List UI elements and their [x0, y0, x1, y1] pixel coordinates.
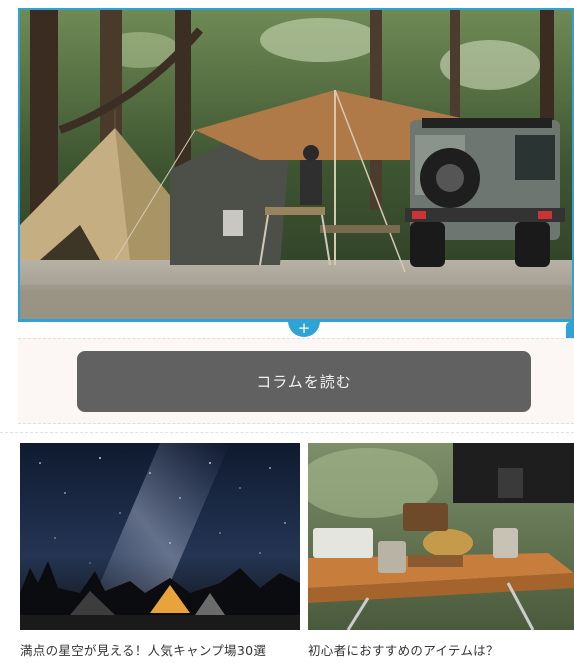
hero-image-block[interactable] — [18, 8, 574, 321]
starry-sky-campsite-image — [20, 443, 300, 630]
article-card[interactable]: 満点の星空が見える！人気キャンプ場30選 — [20, 443, 300, 663]
section-divider — [0, 432, 574, 434]
hero-image — [20, 10, 572, 319]
article-title: 満点の星空が見える！人気キャンプ場30選 — [20, 643, 267, 658]
article-title: 初心者におすすめのアイテムは？ — [308, 643, 499, 658]
article-card[interactable]: 初心者におすすめのアイテムは？ — [308, 443, 574, 663]
read-column-button[interactable]: コラムを読む — [77, 351, 531, 412]
camp-gear-table-image — [308, 443, 574, 630]
